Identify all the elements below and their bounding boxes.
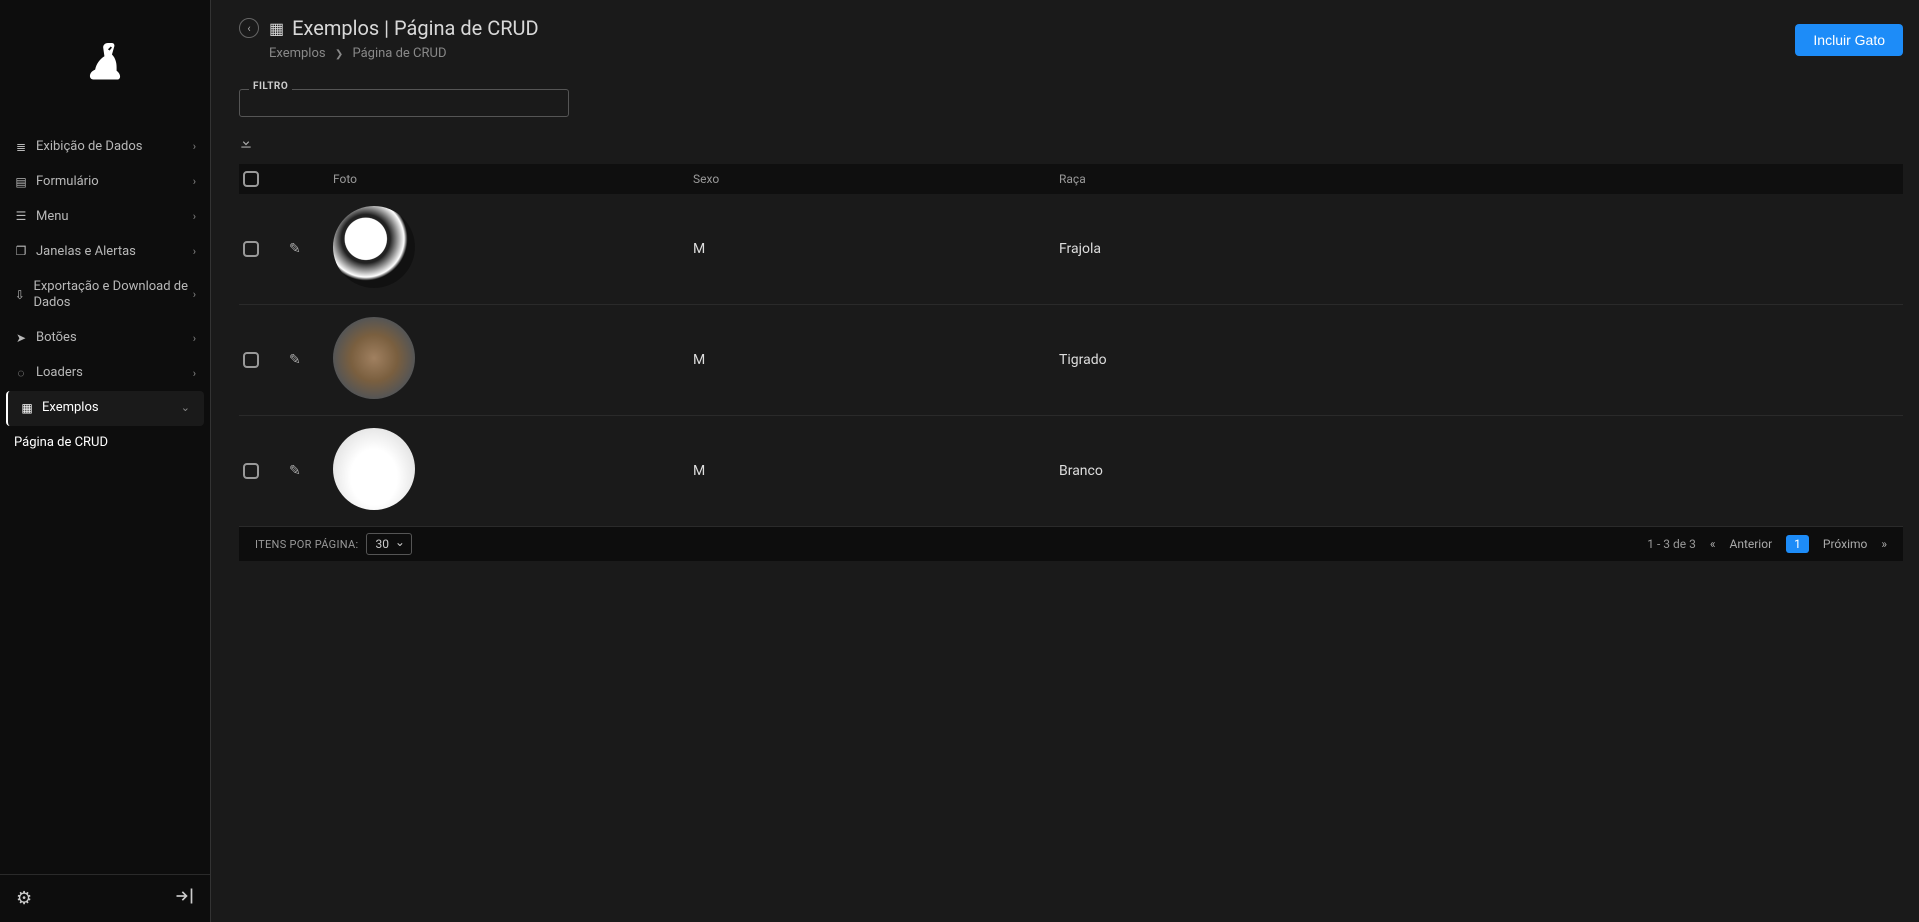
download-button[interactable] [239,136,253,154]
database-icon: ≣ [14,140,28,156]
export-icon: ⇩ [14,288,25,304]
sidebar-item-formulario[interactable]: ▤ Formulário › [0,165,210,200]
page-title: ▦ Exemplos | Página de CRUD [269,16,539,40]
page-next[interactable]: Próximo [1823,537,1867,551]
pointer-icon: ➤ [14,331,28,347]
items-per-page-select[interactable]: 30 [366,533,412,555]
table: Foto Sexo Raça ✎ M Frajola ✎ M Tigrado ✎ [239,164,1903,527]
cell-raca: Tigrado [1059,352,1903,368]
breadcrumb-item[interactable]: Exemplos [269,46,326,61]
add-cat-button[interactable]: Incluir Gato [1795,24,1903,56]
chevron-right-icon: › [193,140,196,154]
back-button[interactable]: ‹ [239,18,259,38]
sidebar-item-exemplos[interactable]: ▦ Exemplos ⌄ [6,391,204,426]
page-number[interactable]: 1 [1786,535,1809,553]
breadcrumb-item[interactable]: Página de CRUD [352,46,446,61]
row-checkbox[interactable] [243,241,259,257]
cell-raca: Branco [1059,463,1903,479]
chevron-right-icon: › [193,367,196,381]
settings-icon[interactable]: ⚙ [16,888,32,909]
sidebar-item-export[interactable]: ⇩ Exportação e Download de Dados › [0,270,210,322]
sidebar-footer: ⚙ [0,874,210,922]
window-icon: ❐ [14,244,28,260]
page-title-text: Exemplos | Página de CRUD [292,16,539,40]
sidebar-nav: ≣ Exibição de Dados › ▤ Formulário › ☰ M… [0,130,210,874]
sidebar-item-label: Formulário [36,174,99,191]
column-header-raca[interactable]: Raça [1059,172,1903,186]
edit-icon[interactable]: ✎ [289,352,301,368]
pagination-range: 1 - 3 de 3 [1647,537,1696,551]
breadcrumb: Exemplos ❯ Página de CRUD [269,46,1891,61]
chevron-right-icon: › [193,332,196,346]
sidebar-item-janelas[interactable]: ❐ Janelas e Alertas › [0,235,210,270]
loader-icon: ◌ [14,366,28,382]
chevron-right-icon: › [193,288,196,302]
chevron-right-icon: › [193,175,196,189]
avatar [333,317,415,399]
sidebar: ≣ Exibição de Dados › ▤ Formulário › ☰ M… [0,0,210,922]
sidebar-item-label: Loaders [36,365,83,382]
sidebar-item-label: Exportação e Download de Dados [33,279,192,313]
header: ‹ ▦ Exemplos | Página de CRUD Incluir Ga… [211,0,1919,69]
chevron-right-icon: ❯ [335,49,343,60]
sidebar-item-exibicao[interactable]: ≣ Exibição de Dados › [0,130,210,165]
column-header-sexo[interactable]: Sexo [693,172,1059,186]
select-all-checkbox[interactable] [243,171,259,187]
row-checkbox[interactable] [243,463,259,479]
chevron-right-icon: › [193,245,196,259]
cat-logo-icon [76,36,134,94]
avatar [333,206,415,288]
sidebar-item-label: Exemplos [42,400,99,417]
sidebar-item-loaders[interactable]: ◌ Loaders › [0,356,210,391]
main: ‹ ▦ Exemplos | Página de CRUD Incluir Ga… [210,0,1919,922]
sidebar-item-label: Exibição de Dados [36,139,142,156]
sidebar-subitem-crud[interactable]: Página de CRUD [0,426,210,459]
menu-icon: ☰ [14,209,28,225]
sidebar-item-botoes[interactable]: ➤ Botões › [0,321,210,356]
column-header-foto[interactable]: Foto [333,172,693,186]
sidebar-item-label: Botões [36,330,77,347]
content: FILTRO Foto Sexo Raça ✎ M Frajola [211,69,1919,561]
row-checkbox[interactable] [243,352,259,368]
page-prev[interactable]: Anterior [1730,537,1773,551]
avatar [333,428,415,510]
chevron-down-icon: ⌄ [181,401,190,415]
sidebar-item-label: Menu [36,209,69,226]
pagination-bar: ITENS POR PÁGINA: 30 1 - 3 de 3 « Anteri… [239,527,1903,561]
page-first[interactable]: « [1710,537,1716,551]
cell-sexo: M [693,352,1059,368]
book-icon: ▦ [269,19,284,38]
table-row: ✎ M Frajola [239,194,1903,305]
book-icon: ▦ [20,401,34,417]
cell-sexo: M [693,463,1059,479]
logout-icon[interactable] [174,886,194,911]
items-per-page-label: ITENS POR PÁGINA: [255,538,358,551]
logo [0,0,210,130]
table-row: ✎ M Tigrado [239,305,1903,416]
table-row: ✎ M Branco [239,416,1903,527]
cell-raca: Frajola [1059,241,1903,257]
edit-icon[interactable]: ✎ [289,241,301,257]
chevron-right-icon: › [193,210,196,224]
sidebar-item-menu[interactable]: ☰ Menu › [0,200,210,235]
download-icon [239,136,253,150]
table-header: Foto Sexo Raça [239,164,1903,194]
filter-field: FILTRO [239,89,569,117]
filter-label: FILTRO [249,81,292,92]
form-icon: ▤ [14,175,28,191]
sidebar-item-label: Janelas e Alertas [36,244,136,261]
page-last[interactable]: » [1881,537,1887,551]
edit-icon[interactable]: ✎ [289,463,301,479]
cell-sexo: M [693,241,1059,257]
filter-input[interactable] [239,89,569,117]
